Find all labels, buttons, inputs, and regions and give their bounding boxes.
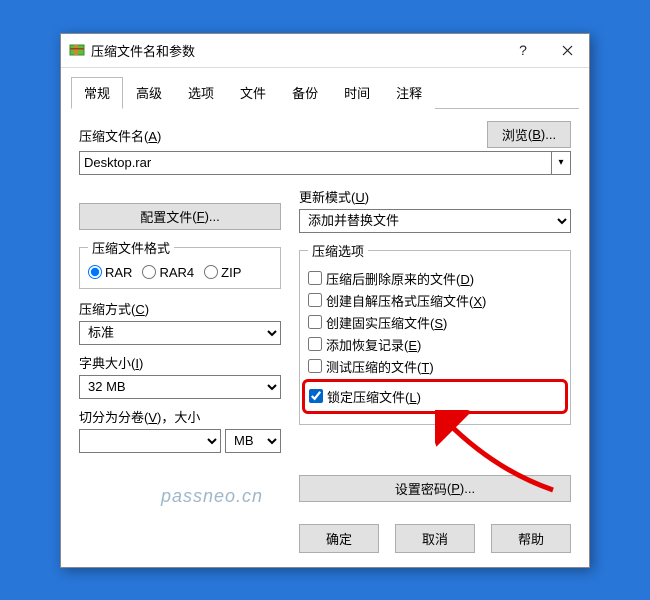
- dialog-footer: 确定 取消 帮助: [61, 514, 589, 567]
- cancel-button[interactable]: 取消: [395, 524, 475, 553]
- tab-advanced[interactable]: 高级: [123, 77, 175, 109]
- window-title: 压缩文件名和参数: [91, 41, 501, 60]
- help-footer-button[interactable]: 帮助: [491, 524, 571, 553]
- method-select[interactable]: 标准: [79, 321, 281, 345]
- opt-create-sfx[interactable]: 创建自解压格式压缩文件(X): [308, 291, 562, 310]
- format-group: 压缩文件格式 RAR RAR4 ZIP: [79, 238, 281, 289]
- tab-options[interactable]: 选项: [175, 77, 227, 109]
- dict-select[interactable]: 32 MB: [79, 375, 281, 399]
- tab-time[interactable]: 时间: [331, 77, 383, 109]
- filename-combo[interactable]: ▾: [79, 151, 571, 175]
- tab-backup[interactable]: 备份: [279, 77, 331, 109]
- dict-label: 字典大小(I): [79, 353, 281, 372]
- tab-files[interactable]: 文件: [227, 77, 279, 109]
- close-icon: [562, 45, 573, 56]
- method-label: 压缩方式(C): [79, 299, 281, 318]
- format-rar4[interactable]: RAR4: [142, 265, 194, 280]
- opt-create-solid[interactable]: 创建固实压缩文件(S): [308, 313, 562, 332]
- options-group: 压缩选项 压缩后删除原来的文件(D) 创建自解压格式压缩文件(X) 创建固实压缩…: [299, 241, 571, 425]
- split-size-select[interactable]: [79, 429, 221, 453]
- lock-highlight-annotation: 锁定压缩文件(L): [302, 379, 568, 414]
- opt-delete-after[interactable]: 压缩后删除原来的文件(D): [308, 269, 562, 288]
- filename-input[interactable]: [79, 151, 551, 175]
- format-zip[interactable]: ZIP: [204, 265, 241, 280]
- filename-label: 压缩文件名(A): [79, 126, 487, 145]
- options-legend: 压缩选项: [308, 241, 368, 260]
- dialog-window: 压缩文件名和参数 ? 常规 高级 选项 文件 备份 时间 注释 压缩文件名(A)…: [60, 33, 590, 568]
- password-button[interactable]: 设置密码(P)...: [299, 475, 571, 502]
- format-rar[interactable]: RAR: [88, 265, 132, 280]
- help-button[interactable]: ?: [501, 34, 545, 66]
- ok-button[interactable]: 确定: [299, 524, 379, 553]
- tab-comment[interactable]: 注释: [383, 77, 435, 109]
- format-legend: 压缩文件格式: [88, 238, 174, 257]
- update-mode-label: 更新模式(U): [299, 187, 571, 206]
- watermark: passneo.cn: [161, 486, 263, 507]
- app-icon: [69, 42, 85, 58]
- update-mode-select[interactable]: 添加并替换文件: [299, 209, 571, 233]
- browse-button[interactable]: 浏览(B)...: [487, 121, 571, 148]
- chevron-down-icon[interactable]: ▾: [551, 151, 571, 175]
- tab-content: 压缩文件名(A) 浏览(B)... ▾ 配置文件(F)... 压缩文件格式 RA…: [61, 109, 589, 514]
- tab-bar: 常规 高级 选项 文件 备份 时间 注释: [71, 76, 579, 109]
- opt-add-recovery[interactable]: 添加恢复记录(E): [308, 335, 562, 354]
- close-button[interactable]: [545, 34, 589, 66]
- tab-general[interactable]: 常规: [71, 77, 123, 109]
- split-unit-select[interactable]: MB: [225, 429, 281, 453]
- opt-test-files[interactable]: 测试压缩的文件(T): [308, 357, 562, 376]
- opt-lock-archive[interactable]: 锁定压缩文件(L): [309, 387, 561, 406]
- split-label: 切分为分卷(V)，大小: [79, 407, 281, 426]
- profile-button[interactable]: 配置文件(F)...: [79, 203, 281, 230]
- titlebar: 压缩文件名和参数 ?: [61, 34, 589, 68]
